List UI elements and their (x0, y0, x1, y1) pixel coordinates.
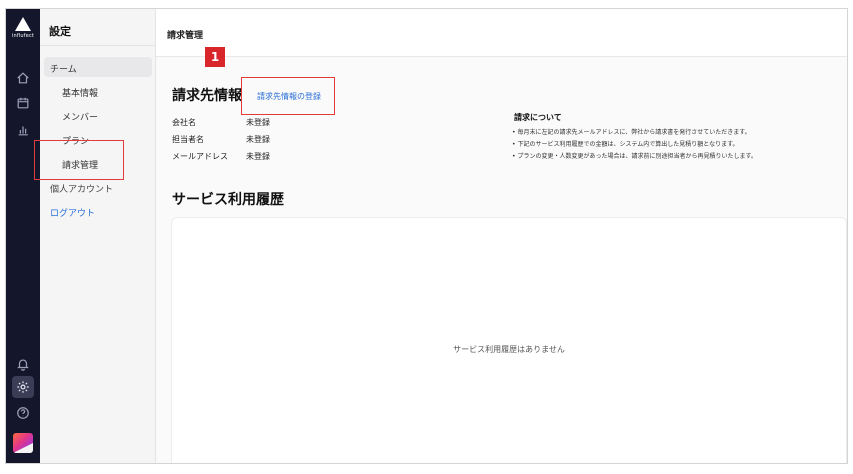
sidebar-item-basic-info[interactable]: 基本情報 (62, 86, 98, 99)
sidebar-group-team-label: チーム (50, 65, 77, 75)
billing-about-bullet: • 毎月末に左記の請求先メールアドレスに、弊社から請求書を発行させていただきます… (512, 129, 751, 136)
bar-chart-icon[interactable] (12, 119, 34, 141)
avatar[interactable] (13, 433, 33, 453)
annotation-box-register-link (241, 77, 335, 115)
settings-title: 設定 (49, 25, 71, 38)
app-logo[interactable]: influfect (9, 17, 37, 47)
help-icon[interactable] (12, 402, 34, 424)
page-title: 請求管理 (167, 31, 204, 41)
billing-about-bullet: • プランの変更・人数変更があった場合は、請求前に別途担当者から再見積りいたしま… (512, 153, 757, 160)
settings-sidebar: 設定 チーム 基本情報 メンバー プラン 請求管理 個人アカウント ログアウト (40, 9, 156, 463)
company-name-value: 未登録 (246, 118, 270, 127)
company-name-label: 会社名 (172, 118, 196, 127)
billing-info-title: 請求先情報 (172, 88, 242, 104)
service-history-title: サービス利用履歴 (172, 192, 284, 208)
bell-icon[interactable] (12, 353, 34, 375)
service-history-empty-message: サービス利用履歴はありません (453, 345, 565, 354)
email-label: メールアドレス (172, 152, 228, 161)
settings-divider (40, 45, 156, 46)
logo-text: influfect (11, 33, 35, 39)
email-value: 未登録 (246, 152, 270, 161)
logo-triangle-icon (15, 17, 31, 31)
app-window: influfect 設定 チーム 基本情報 メンバー プラン 請求管理 個人アカ… (5, 8, 848, 464)
annotation-box-billing-nav (34, 140, 124, 180)
sidebar-item-personal-account[interactable]: 個人アカウント (50, 182, 113, 195)
page-header: 請求管理 (156, 9, 847, 57)
sidebar-item-members[interactable]: メンバー (62, 110, 98, 123)
service-history-card: サービス利用履歴はありません (171, 217, 847, 463)
annotation-step-badge: 1 (205, 47, 225, 67)
home-icon[interactable] (12, 67, 34, 89)
logout-link[interactable]: ログアウト (50, 206, 95, 219)
billing-about-title: 請求について (514, 113, 562, 122)
gear-icon[interactable] (12, 376, 34, 398)
calendar-icon[interactable] (12, 92, 34, 114)
contact-name-value: 未登録 (246, 135, 270, 144)
icon-rail: influfect (6, 9, 40, 463)
contact-name-label: 担当者名 (172, 135, 204, 144)
billing-about-bullet: • 下記のサービス利用履歴での金額は、システム内で算出した見積り額となります。 (512, 141, 739, 148)
